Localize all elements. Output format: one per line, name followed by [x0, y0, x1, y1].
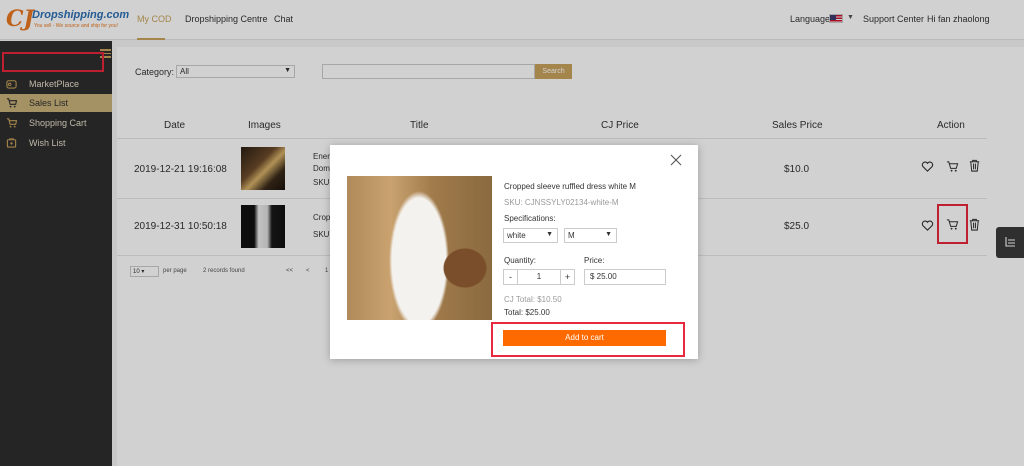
color-select[interactable]: white ▼: [503, 228, 558, 243]
cj-total: CJ Total: $10.50: [504, 295, 562, 304]
total: Total: $25.00: [504, 308, 550, 317]
product-sku: SKU: CJNSSYLY02134-white-M: [504, 198, 619, 207]
color-value: white: [507, 231, 526, 240]
price-input[interactable]: $ 25.00: [584, 269, 666, 285]
size-select[interactable]: M ▼: [564, 228, 617, 243]
close-icon[interactable]: [670, 154, 682, 166]
product-image: [347, 176, 492, 320]
quantity-increment-button[interactable]: +: [560, 270, 574, 284]
chevron-down-icon: ▼: [605, 231, 612, 238]
quantity-decrement-button[interactable]: -: [504, 270, 518, 284]
highlight-box-add-to-cart: [491, 322, 685, 357]
chevron-down-icon: ▼: [546, 231, 553, 238]
product-title: Cropped sleeve ruffled dress white M: [504, 182, 636, 191]
quantity-input[interactable]: 1: [519, 270, 559, 284]
quantity-label: Quantity:: [504, 256, 537, 265]
size-value: M: [568, 231, 575, 240]
specifications-label: Specifications:: [504, 214, 556, 223]
add-to-cart-modal: Cropped sleeve ruffled dress white M SKU…: [330, 145, 698, 359]
price-label: Price:: [584, 256, 605, 265]
quantity-stepper: - 1 +: [503, 269, 575, 285]
